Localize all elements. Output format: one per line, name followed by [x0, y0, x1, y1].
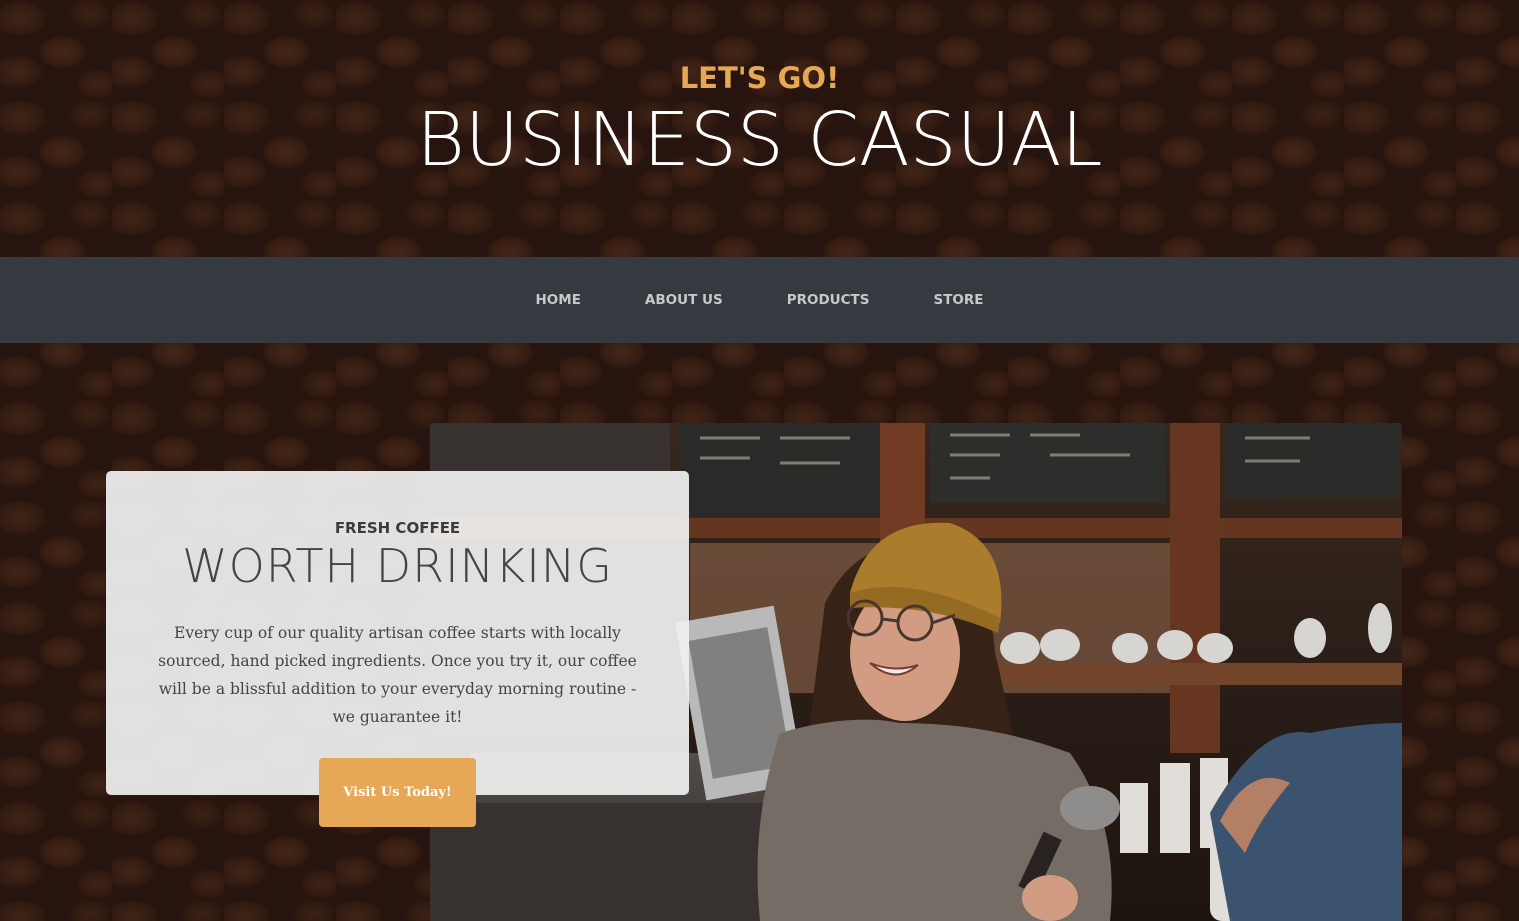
brand-title: BUSINESS CASUAL — [416, 97, 1103, 183]
site-header: LET'S GO! BUSINESS CASUAL — [0, 58, 1519, 180]
main-navbar: HOME ABOUT US PRODUCTS STORE — [0, 257, 1519, 343]
intro-card: FRESH COFFEE WORTH DRINKING Every cup of… — [106, 471, 689, 795]
nav-item-products[interactable]: PRODUCTS — [755, 292, 902, 308]
intro-subtitle: FRESH COFFEE — [334, 519, 461, 537]
nav-item-home[interactable]: HOME — [503, 292, 612, 308]
intro-title: WORTH DRINKING — [182, 539, 613, 593]
intro-text: Every cup of our quality artisan coffee … — [158, 624, 637, 726]
nav-list: HOME ABOUT US PRODUCTS STORE — [0, 257, 1519, 343]
brand-tagline: LET'S GO! — [679, 61, 840, 95]
nav-item-about-us[interactable]: ABOUT US — [613, 292, 755, 308]
nav-item-store[interactable]: STORE — [901, 292, 1015, 308]
visit-us-button[interactable]: Visit Us Today! — [319, 758, 476, 827]
